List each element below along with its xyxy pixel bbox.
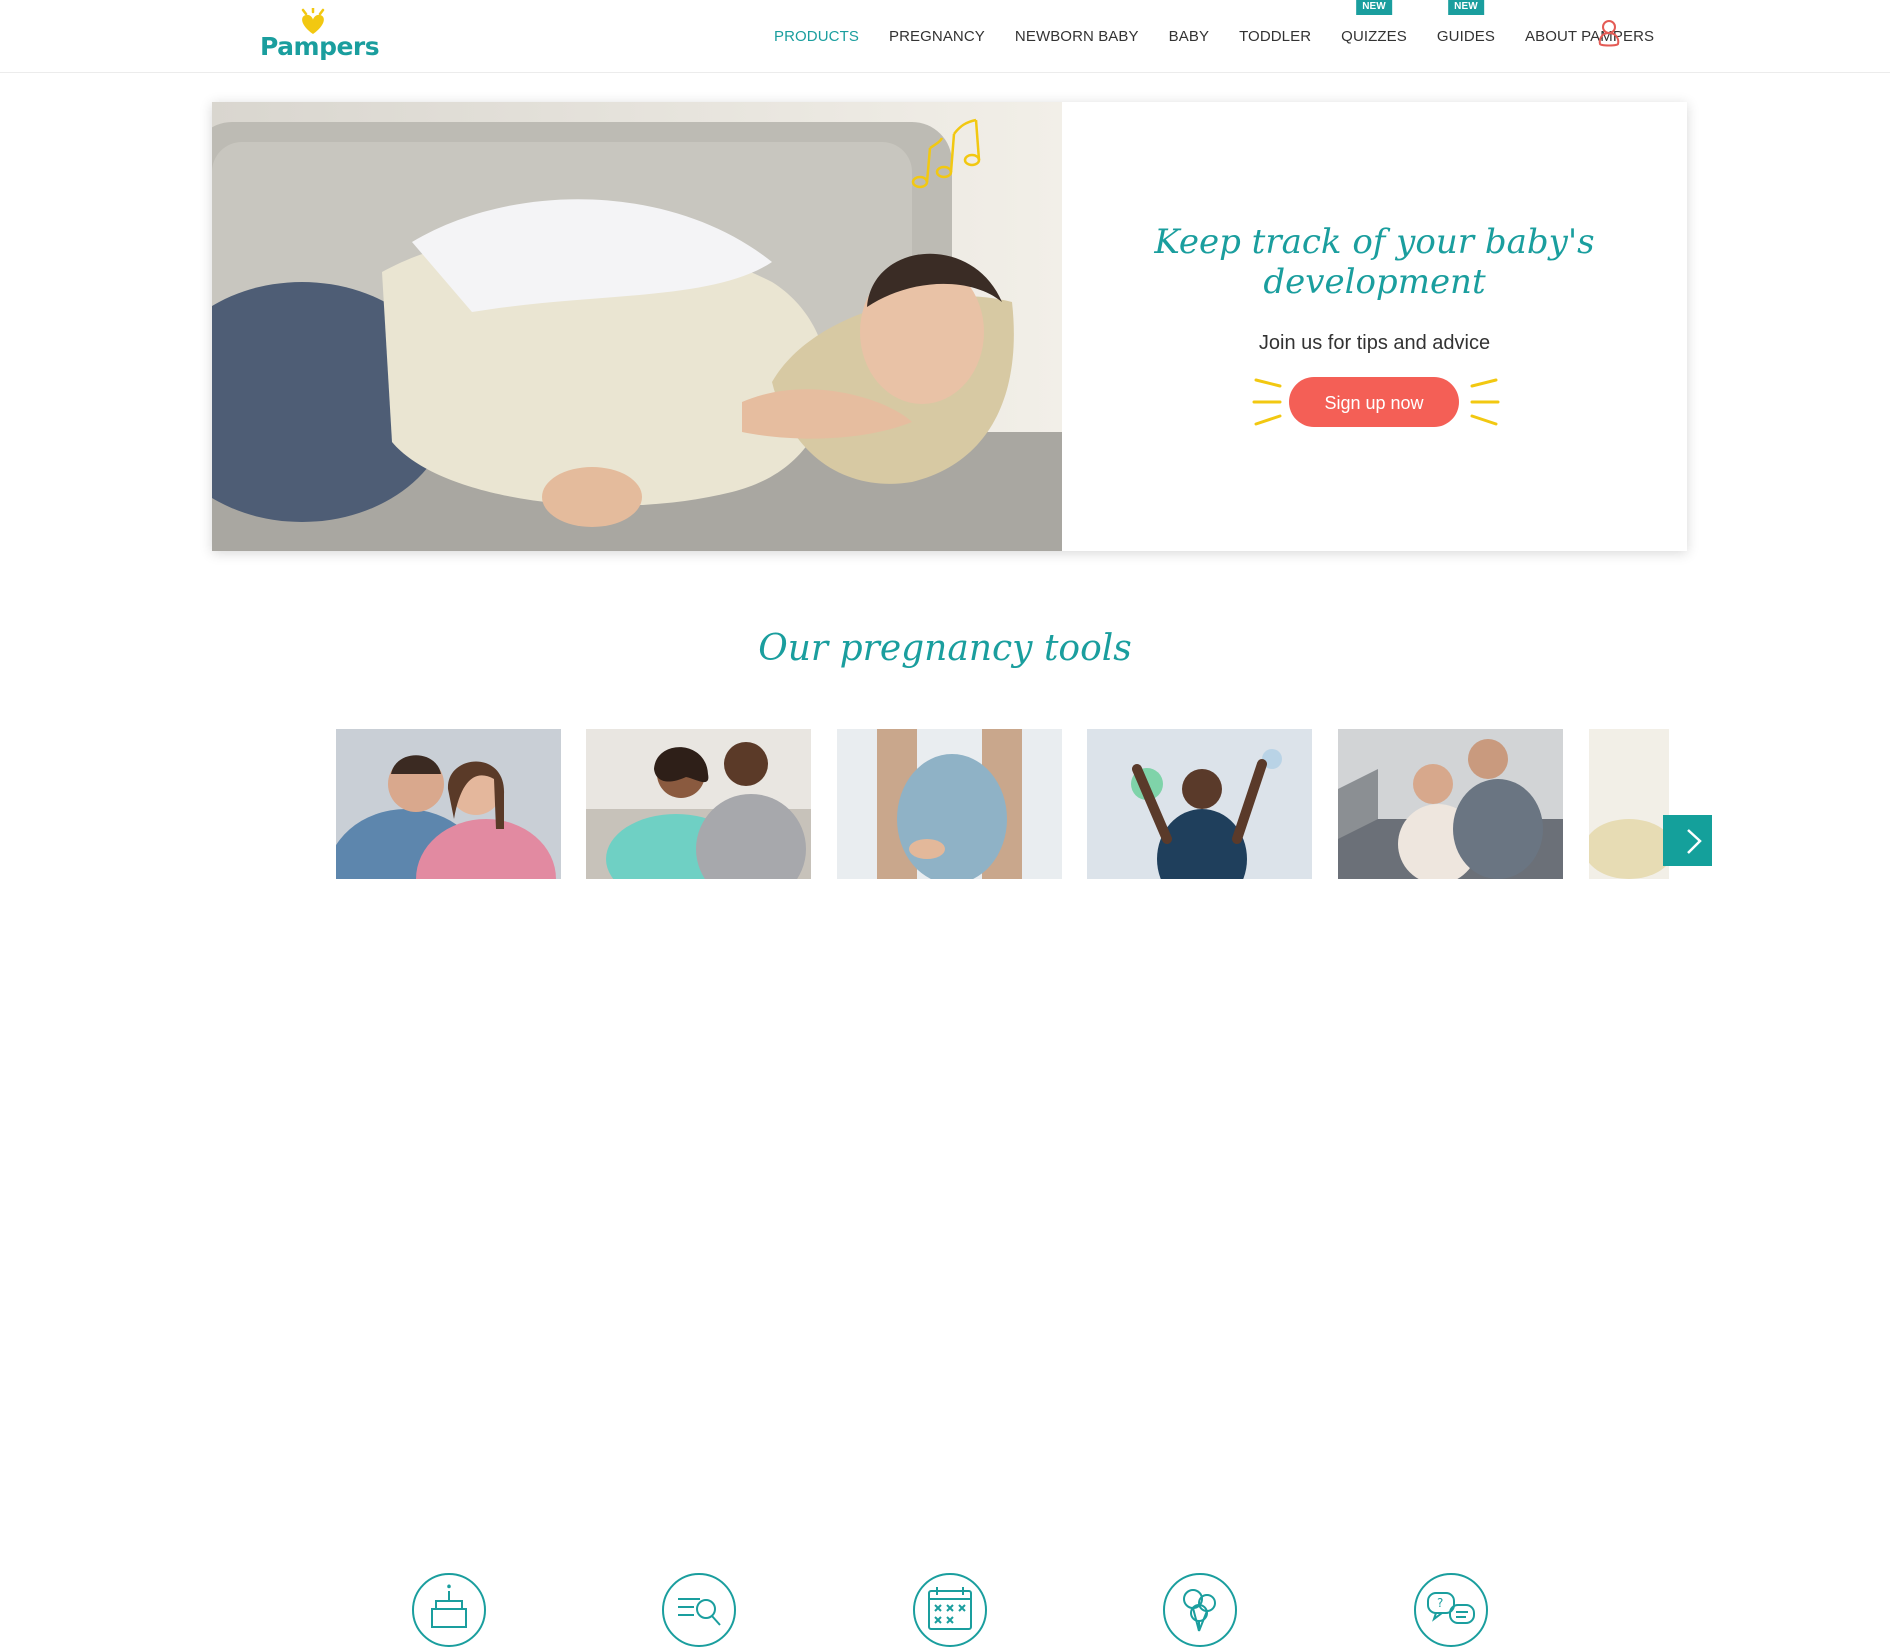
tool-card[interactable] xyxy=(837,729,1062,879)
nav-guides[interactable]: NEW GUIDES xyxy=(1436,0,1495,45)
tools-section-title: Our pregnancy tools xyxy=(758,628,1132,669)
nav-baby[interactable]: BABY xyxy=(1169,28,1209,45)
hero-subtitle: Join us for tips and advice xyxy=(1258,332,1491,354)
left-rays-icon xyxy=(1252,378,1282,426)
card-image-celebrating-woman xyxy=(1087,729,1312,879)
nav-label: PREGNANCY xyxy=(888,27,985,45)
hero-banner: Keep track of your baby's development Jo… xyxy=(212,102,1687,551)
logo-wordmark: Pampers xyxy=(260,32,380,61)
main-nav: PRODUCTS PREGNANCY NEWBORN BABY BABY TOD… xyxy=(774,0,1684,72)
nav-toddler[interactable]: TODDLER xyxy=(1239,28,1311,45)
nav-label: ABOUT PAMPERS xyxy=(1525,27,1655,45)
nav-quizzes[interactable]: NEW QUIZZES xyxy=(1341,0,1407,45)
hero-copy: Keep track of your baby's development Jo… xyxy=(1062,102,1687,551)
birthday-cake-icon xyxy=(412,1573,486,1647)
hero-title: Keep track of your baby's development xyxy=(1062,222,1687,302)
tool-card[interactable] xyxy=(336,729,561,879)
card-image-pregnant-belly xyxy=(837,729,1062,879)
hero-title-line: Keep track of your baby's xyxy=(1154,222,1595,262)
card-image-couple-on-couch xyxy=(1338,729,1563,879)
nav-pregnancy[interactable]: PREGNANCY xyxy=(889,28,985,45)
card-image-couple-on-sofa xyxy=(586,729,811,879)
nav-about-pampers[interactable]: ABOUT PAMPERS xyxy=(1525,28,1654,45)
nav-newborn-baby[interactable]: NEWBORN BABY xyxy=(1015,28,1139,45)
pampers-logo[interactable]: Pampers xyxy=(260,8,380,64)
magnifier-document-icon xyxy=(662,1573,736,1647)
new-badge: NEW xyxy=(1356,0,1392,15)
nav-products[interactable]: PRODUCTS xyxy=(774,28,859,45)
chevron-right-icon xyxy=(1687,829,1702,854)
nav-label: TODDLER xyxy=(1239,27,1312,45)
right-rays-icon xyxy=(1470,378,1500,426)
svg-text:?: ? xyxy=(1437,1596,1443,1610)
card-image-partial xyxy=(1589,729,1669,879)
hero-title-line: development xyxy=(1263,262,1486,302)
nav-label: BABY xyxy=(1168,27,1210,45)
nav-label: NEWBORN BABY xyxy=(1014,27,1139,45)
tools-carousel: ? xyxy=(0,729,1890,1647)
sign-up-button[interactable]: Sign up now xyxy=(1289,377,1459,427)
calendar-icon xyxy=(913,1573,987,1647)
tool-card-partial[interactable] xyxy=(1589,729,1669,879)
nav-label: PRODUCTS xyxy=(774,27,859,45)
card-image-couple-kissing xyxy=(336,729,561,879)
speech-bubbles-question-icon: ? xyxy=(1414,1573,1488,1647)
site-header: Pampers PRODUCTS PREGNANCY NEWBORN BABY … xyxy=(0,0,1890,73)
tool-card[interactable] xyxy=(586,729,811,879)
nav-label: QUIZZES xyxy=(1341,27,1407,45)
carousel-next-button[interactable] xyxy=(1663,815,1712,866)
tool-card[interactable] xyxy=(1338,729,1563,879)
tool-card[interactable] xyxy=(1087,729,1312,879)
new-badge: NEW xyxy=(1448,0,1484,15)
balloons-icon xyxy=(1163,1573,1237,1647)
nav-label: GUIDES xyxy=(1436,27,1495,45)
user-icon[interactable] xyxy=(1594,18,1624,48)
music-notes-icon xyxy=(911,118,981,189)
